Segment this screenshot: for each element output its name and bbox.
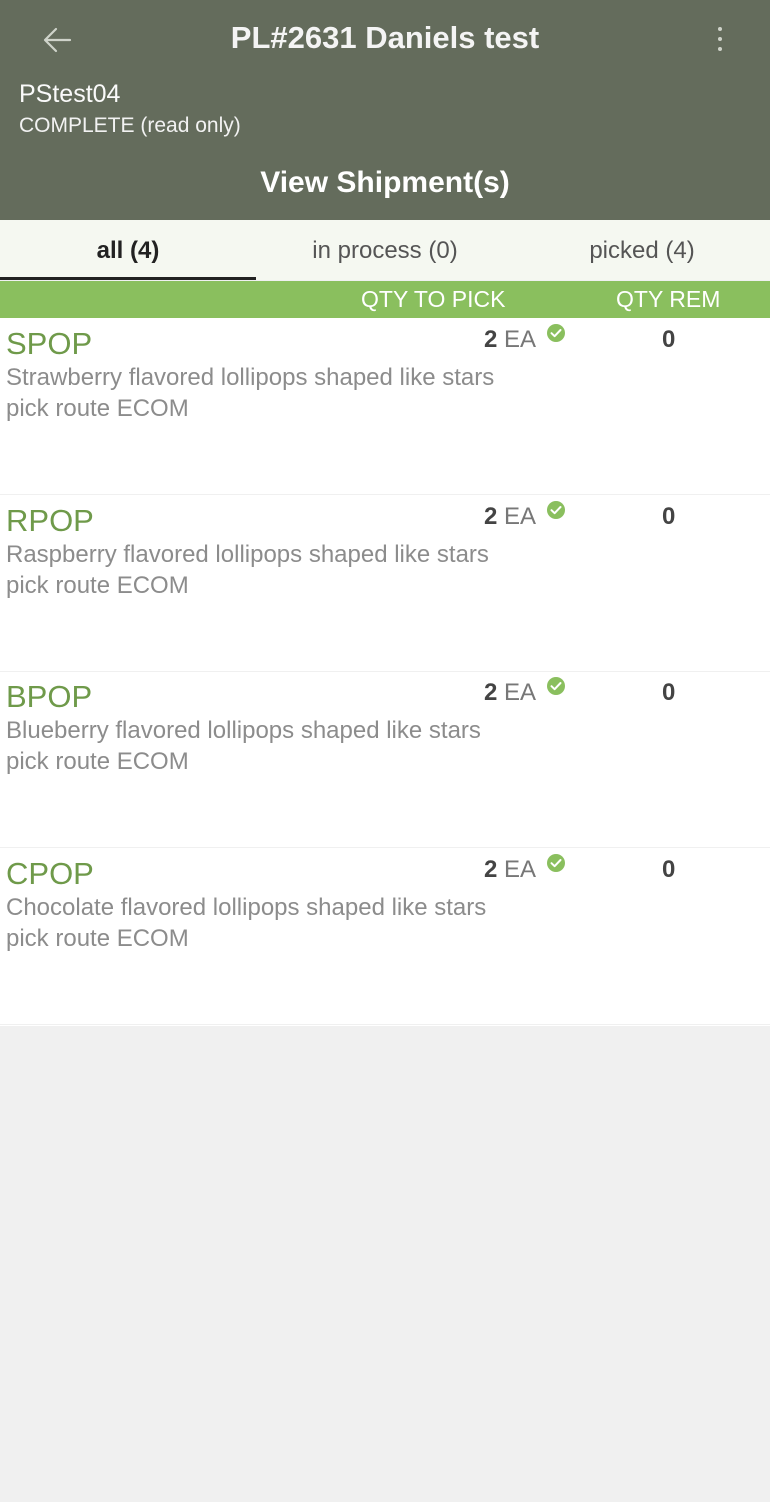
qty-value: 2 [484, 503, 498, 530]
item-pick-route: pick route ECOM [6, 925, 189, 952]
item-qty-remaining: 0 [662, 503, 676, 530]
page-title: PL#2631 Daniels test [230, 20, 540, 55]
item-description: Raspberry flavored lollipops shaped like… [6, 541, 489, 568]
item-description: Chocolate flavored lollipops shaped like… [6, 894, 487, 921]
filter-tabs: all (4) in process (0) picked (4) [0, 220, 770, 280]
item-sku: BPOP [6, 679, 93, 714]
item-qty-to-pick: 2 EA [484, 856, 536, 884]
app-header: PL#2631 Daniels test PStest04 COMPLETE (… [0, 0, 770, 220]
item-pick-route: pick route ECOM [6, 395, 189, 422]
qty-to-pick-header: QTY TO PICK [361, 286, 506, 312]
check-circle-icon [547, 501, 565, 519]
qty-unit: EA [504, 679, 537, 706]
list-item[interactable]: RPOP Raspberry flavored lollipops shaped… [0, 495, 770, 672]
item-sku: RPOP [6, 503, 94, 538]
list-item[interactable]: CPOP Chocolate flavored lollipops shaped… [0, 848, 770, 1025]
list-item[interactable]: BPOP Blueberry flavored lollipops shaped… [0, 671, 770, 848]
item-sku: SPOP [6, 326, 93, 361]
item-qty-remaining: 0 [662, 679, 676, 706]
item-qty-remaining: 0 [662, 326, 676, 353]
qty-value: 2 [484, 679, 498, 706]
tab-in-process[interactable]: in process (0) [256, 220, 514, 280]
check-circle-icon [547, 854, 565, 872]
qty-value: 2 [484, 326, 498, 353]
tab-picked[interactable]: picked (4) [514, 220, 770, 280]
check-circle-icon [547, 324, 565, 342]
active-tab-indicator [0, 277, 256, 280]
list-item[interactable]: SPOP Strawberry flavored lollipops shape… [0, 318, 770, 495]
picker-name: PStest04 [19, 80, 121, 108]
qty-unit: EA [504, 856, 537, 883]
kebab-menu-icon [718, 27, 722, 51]
item-qty-remaining: 0 [662, 856, 676, 883]
item-description: Strawberry flavored lollipops shaped lik… [6, 364, 495, 391]
status-text: COMPLETE (read only) [19, 114, 241, 137]
qty-unit: EA [504, 503, 537, 530]
item-sku: CPOP [6, 856, 94, 891]
qty-value: 2 [484, 856, 498, 883]
item-qty-to-pick: 2 EA [484, 326, 536, 354]
view-shipments-button[interactable]: View Shipment(s) [0, 166, 770, 200]
item-pick-route: pick route ECOM [6, 748, 189, 775]
more-menu-button[interactable] [708, 22, 732, 58]
qty-unit: EA [504, 326, 537, 353]
check-circle-icon [547, 677, 565, 695]
qty-rem-header: QTY REM [616, 286, 721, 312]
pick-item-list: SPOP Strawberry flavored lollipops shape… [0, 318, 770, 1026]
item-qty-to-pick: 2 EA [484, 503, 536, 531]
item-description: Blueberry flavored lollipops shaped like… [6, 717, 481, 744]
item-pick-route: pick route ECOM [6, 572, 189, 599]
item-qty-to-pick: 2 EA [484, 679, 536, 707]
column-header-bar: QTY TO PICK QTY REM [0, 281, 770, 318]
tab-all[interactable]: all (4) [0, 220, 256, 280]
